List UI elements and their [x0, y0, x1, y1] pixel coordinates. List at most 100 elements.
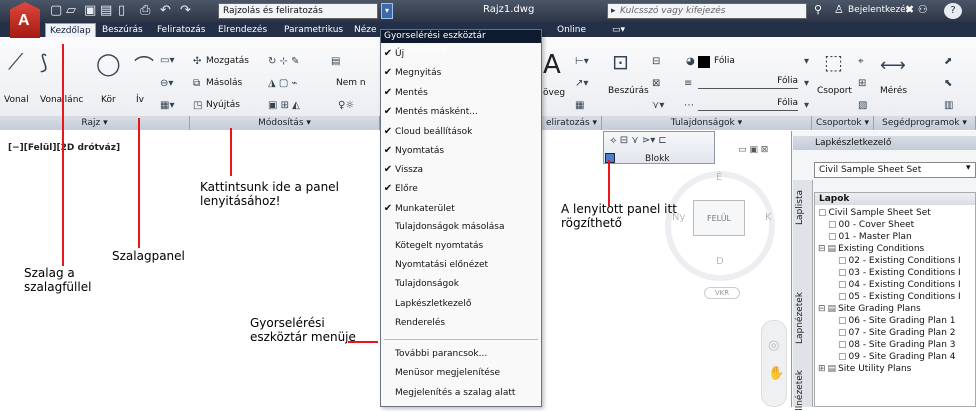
polyline-icon[interactable]: ⟆ [40, 50, 48, 74]
tree-item[interactable]: ⊞ ▤ Site Utility Plans [818, 363, 976, 375]
menu-item[interactable]: ✔ Vissza [381, 160, 541, 179]
modify-partial-label[interactable]: Nem n [336, 78, 366, 88]
group-label[interactable]: Csoport [817, 86, 852, 96]
menu-item[interactable]: Tulajdonságok [381, 275, 541, 294]
viewport-label[interactable]: [−][Felül][2D drótváz] [8, 143, 120, 153]
move-label[interactable]: Mozgatás [206, 56, 249, 66]
menu-item[interactable]: Megjelenítés a szalag alatt [381, 384, 541, 403]
tree-expander-icon[interactable]: ⊟ [818, 304, 826, 314]
sheet-set-manager-title[interactable]: Lapkészletkezelő [793, 136, 976, 150]
quick-access-customize-button[interactable]: ▾ [381, 3, 393, 19]
tab-beszuras[interactable]: Beszúrás [98, 23, 147, 37]
insert-block-icon[interactable]: ⊡ [612, 50, 629, 74]
copy-label[interactable]: Másolás [206, 78, 242, 88]
attribute-icon[interactable]: ⋎▾ [652, 100, 664, 111]
menu-item[interactable]: ✔ Új [381, 44, 541, 63]
leader-icon[interactable]: ↗▾ [575, 78, 588, 89]
color-icon[interactable]: ◕ [686, 56, 695, 67]
menu-item[interactable]: Lapkészletkezelő [381, 295, 541, 314]
undo-icon[interactable]: ↶ [160, 3, 171, 19]
plot-icon[interactable]: ⎙ [140, 3, 150, 19]
tree-item[interactable]: ▢ 02 - Existing Conditions I [818, 255, 976, 267]
tree-item[interactable]: ⊟ ▤ Site Grading Plans [818, 303, 976, 315]
tab-sheet-views[interactable]: Lapnézetek [795, 292, 805, 344]
sheet-set-dropdown[interactable]: Civil Sample Sheet Set [814, 162, 976, 178]
text-label[interactable]: öveg [543, 88, 565, 98]
binoculars-icon[interactable]: ⚲ [814, 3, 822, 16]
group-select-icon[interactable]: ▧ [858, 100, 867, 111]
open-icon[interactable]: ▱ [66, 3, 76, 19]
tree-expander-icon[interactable]: ⊟ [818, 244, 826, 254]
chevron-down-icon[interactable]: ▾ [804, 100, 809, 111]
copy-icon[interactable]: ⧉ [193, 78, 200, 89]
chevron-down-icon[interactable]: ▾ [804, 78, 809, 89]
tab-online[interactable]: Online [553, 23, 590, 37]
lineweight-icon[interactable]: ≡ [684, 78, 692, 89]
group-icon[interactable]: ⬚ [824, 50, 843, 74]
tab-feliratozas[interactable]: Feliratozás [153, 23, 209, 37]
arc-icon[interactable]: ⌒ [134, 50, 154, 79]
group-edit-icon[interactable]: ⊞ [858, 78, 866, 89]
viewport-window-controls[interactable]: ▭ ▣ ⊠ [738, 145, 768, 155]
tree-item[interactable]: ▢ 03 - Existing Conditions I [818, 267, 976, 279]
menu-item[interactable]: ✔ Cloud beállítások [381, 122, 541, 141]
tab-parametrikus[interactable]: Parametrikus [280, 23, 347, 37]
tree-item[interactable]: ▢ 00 - Cover Sheet [818, 219, 976, 231]
menu-item[interactable]: További parancsok... [381, 345, 541, 364]
chevron-down-icon[interactable]: ▾ [966, 163, 971, 173]
menu-item[interactable]: ✔ Nyomtatás [381, 141, 541, 160]
measure-icon[interactable]: ⟷ [880, 55, 906, 76]
stretch-label[interactable]: Nyújtás [206, 100, 240, 110]
annotation-panel-title[interactable]: eliratozás ▾ [542, 116, 602, 130]
stretch-icon[interactable]: ◳ [193, 100, 202, 111]
menu-item[interactable]: Nyomtatási előnézet [381, 256, 541, 275]
mirror-icon[interactable]: ◮ ▢ ⌁ [268, 78, 298, 89]
compass-east[interactable]: K [765, 212, 772, 223]
hatch-icon[interactable]: ▦▾ [160, 100, 174, 111]
menu-item[interactable]: ✔ Megnyitás [381, 63, 541, 82]
layer-match-icon[interactable]: ▤ [331, 56, 340, 67]
calculator-icon[interactable]: ▥ [944, 100, 953, 111]
draw-line-label[interactable]: Vonal [4, 95, 29, 105]
user-icon[interactable]: ♙ [834, 3, 844, 16]
color-value[interactable]: Fólia [714, 56, 735, 66]
block-tool-icons[interactable]: ⟡ ⊟ ⋎ ⋗▾ ⊏ [610, 135, 667, 146]
properties-panel-title[interactable]: Tulajdonságok ▾ [602, 116, 812, 130]
scale-icon[interactable]: ▣ ⊞ ◭ [268, 100, 300, 111]
measure-label[interactable]: Mérés [880, 86, 907, 96]
exchange-icon[interactable]: ✖ ⚇ [905, 3, 928, 16]
steering-wheel-icon[interactable]: ◎ [768, 338, 779, 353]
tree-item[interactable]: ▢ 05 - Existing Conditions I [818, 291, 976, 303]
ellipse-icon[interactable]: ⊖▾ [160, 78, 173, 89]
menu-item[interactable]: Tulajdonságok másolása [381, 218, 541, 237]
cloud-icon[interactable]: ▯ [118, 3, 125, 19]
menu-item[interactable]: ✔ Munkaterület [381, 199, 541, 218]
workspace-dropdown[interactable]: Rajzolás és feliratozás ▾ [218, 3, 393, 19]
help-button[interactable]: ? [944, 3, 962, 19]
edit-block-icon[interactable]: ⊠ [652, 78, 660, 89]
tree-item[interactable]: ▢ 07 - Site Grading Plan 2 [818, 327, 976, 339]
pan-icon[interactable]: ✋ [768, 366, 784, 381]
tree-item[interactable]: ▢ 04 - Existing Conditions I [818, 279, 976, 291]
compass-south[interactable]: D [716, 256, 724, 267]
menu-item[interactable]: Kötegelt nyomtatás [381, 237, 541, 256]
select-all-icon[interactable]: ⬉ [944, 78, 952, 89]
draw-circle-label[interactable]: Kör [101, 95, 116, 105]
tab-model-views[interactable]: llnézetek [795, 370, 805, 411]
menu-item[interactable]: Menüsor megjelenítése [381, 364, 541, 383]
tree-item[interactable]: ▢ 01 - Master Plan [818, 231, 976, 243]
ungroup-icon[interactable]: ⌖ [858, 56, 864, 67]
rotate-icon[interactable]: ↻ ⊹ ✎ [268, 56, 300, 67]
menu-item[interactable]: Renderelés [381, 314, 541, 333]
save-icon[interactable]: ▣ [84, 3, 96, 19]
dimension-icon[interactable]: ⊢▾ [575, 56, 589, 67]
navigation-bar[interactable] [761, 320, 787, 407]
groups-panel-title[interactable]: Csoportok ▾ [812, 116, 874, 130]
tree-item[interactable]: ⊟ ▤ Existing Conditions [818, 243, 976, 255]
tab-sheet-list[interactable]: Laplista [795, 190, 805, 225]
line-icon[interactable]: ⟋ [8, 50, 23, 75]
application-menu-button[interactable]: A [10, 2, 40, 38]
linetype-icon[interactable]: ⋯ [684, 100, 694, 111]
menu-item[interactable]: ✔ Előre [381, 179, 541, 198]
move-icon[interactable]: ✣ [193, 56, 201, 67]
